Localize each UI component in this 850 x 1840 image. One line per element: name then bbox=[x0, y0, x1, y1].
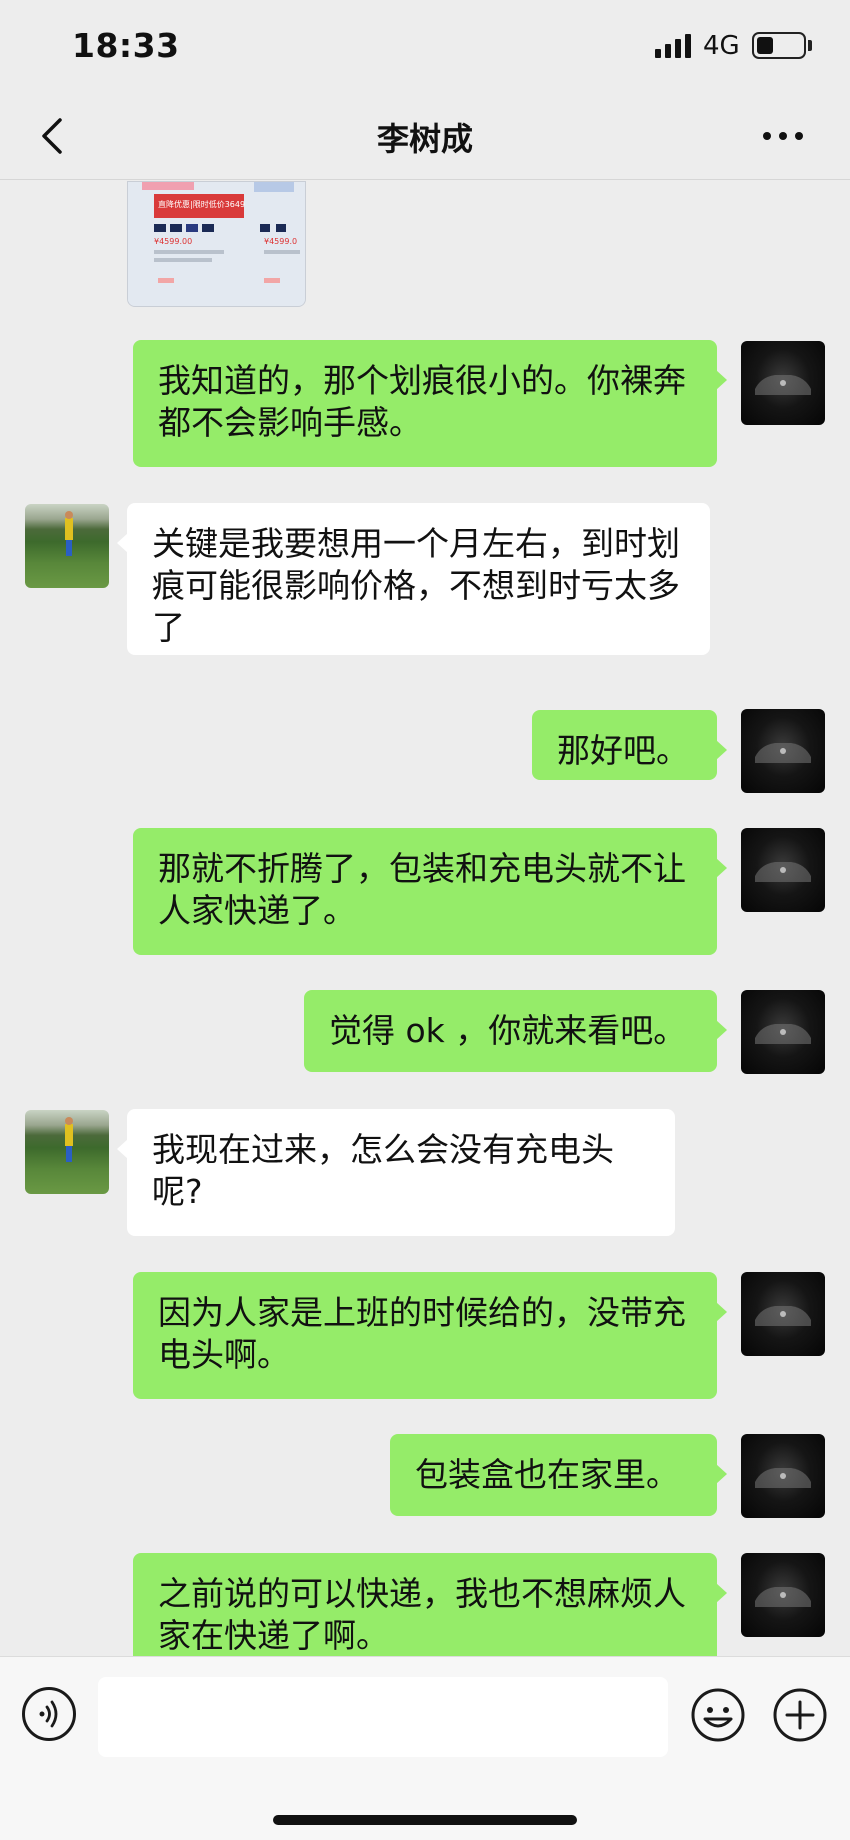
chat-title: 李树成 bbox=[376, 120, 473, 158]
product-screenshot-thumbnail: 直降优惠|限时低价3649 ¥4599.00 ¥4599.0 bbox=[128, 182, 305, 306]
my-avatar[interactable] bbox=[741, 828, 825, 912]
status-bar: 18:33 4G bbox=[0, 0, 850, 92]
plus-icon[interactable] bbox=[772, 1687, 828, 1743]
my-avatar[interactable] bbox=[741, 1434, 825, 1518]
my-avatar[interactable] bbox=[741, 1553, 825, 1637]
image-price-right: ¥4599.0 bbox=[264, 237, 297, 246]
message-bubble[interactable]: 那就不折腾了，包装和充电头就不让人家快递了。 bbox=[133, 828, 727, 955]
voice-input-button[interactable] bbox=[22, 1687, 76, 1741]
my-avatar[interactable] bbox=[741, 990, 825, 1074]
home-indicator[interactable] bbox=[273, 1815, 577, 1825]
more-icon[interactable] bbox=[758, 114, 808, 158]
message-bubble[interactable]: 关键是我要想用一个月左右，到时划痕可能很影响价格，不想到时亏太多了 bbox=[117, 503, 710, 655]
image-price-left: ¥4599.00 bbox=[154, 237, 192, 246]
message-bubble[interactable]: 包装盒也在家里。 bbox=[390, 1434, 727, 1516]
my-avatar[interactable] bbox=[741, 709, 825, 793]
message-bubble[interactable]: 之前说的可以快递，我也不想麻烦人家在快递了啊。 bbox=[133, 1553, 727, 1656]
emoji-icon[interactable] bbox=[690, 1687, 746, 1743]
voice-icon bbox=[39, 1700, 58, 1728]
message-bubble[interactable]: 因为人家是上班的时候给的，没带充电头啊。 bbox=[133, 1272, 727, 1399]
network-type: 4G bbox=[703, 31, 740, 61]
my-avatar[interactable] bbox=[741, 341, 825, 425]
battery-cap bbox=[808, 40, 812, 51]
signal-icon bbox=[655, 34, 691, 58]
message-bubble[interactable]: 我知道的，那个划痕很小的。你裸奔都不会影响手感。 bbox=[133, 340, 727, 467]
message-bubble[interactable]: 那好吧。 bbox=[532, 710, 727, 780]
message-bubble[interactable]: 我现在过来，怎么会没有充电头呢? bbox=[117, 1109, 675, 1236]
image-banner-text: 直降优惠|限时低价3649 bbox=[158, 199, 245, 209]
contact-avatar[interactable] bbox=[25, 504, 109, 588]
image-message[interactable]: 直降优惠|限时低价3649 ¥4599.00 ¥4599.0 bbox=[127, 181, 306, 307]
status-time: 18:33 bbox=[72, 26, 180, 65]
input-bar bbox=[0, 1656, 850, 1840]
message-bubble[interactable]: 觉得 ok ，你就来看吧。 bbox=[304, 990, 727, 1072]
chat-area[interactable]: 直降优惠|限时低价3649 ¥4599.00 ¥4599.0 我知道的，那个划痕… bbox=[0, 181, 850, 1656]
message-input[interactable] bbox=[98, 1677, 668, 1757]
my-avatar[interactable] bbox=[741, 1272, 825, 1356]
battery-icon bbox=[752, 32, 806, 59]
nav-bar: 李树成 bbox=[0, 92, 850, 180]
contact-avatar[interactable] bbox=[25, 1110, 109, 1194]
